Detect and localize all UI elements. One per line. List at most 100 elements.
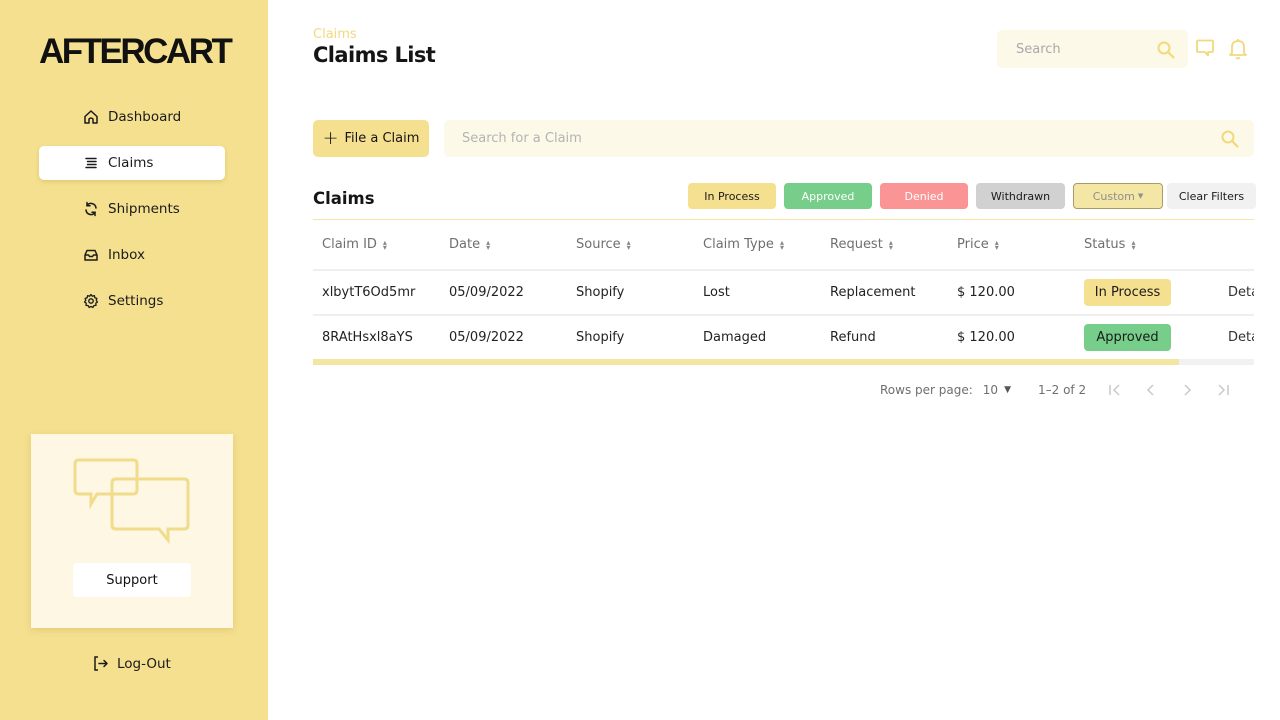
column-header-claim-id[interactable]: Claim ID ▴ ▾ xyxy=(313,220,440,271)
cell-claim-id: 8RAtHsxl8aYS xyxy=(313,315,440,361)
caret-down-icon[interactable]: ▼ xyxy=(1004,385,1011,395)
sidebar: AFTERCART Dashboard Claims Shipments Inb… xyxy=(0,0,268,720)
column-header-label: Request xyxy=(830,237,883,252)
scrollbar-thumb[interactable] xyxy=(313,359,1179,365)
cell-status: Approved xyxy=(1075,315,1219,361)
support-card: Support xyxy=(31,434,233,628)
logout-label: Log-Out xyxy=(117,655,171,672)
column-header-request[interactable]: Request ▴ ▾ xyxy=(821,220,948,271)
logout-button[interactable]: Log-Out xyxy=(92,655,171,672)
column-header-price[interactable]: Price ▴ ▾ xyxy=(948,220,1075,271)
status-filters: In Process Approved Denied Withdrawn Cus… xyxy=(688,183,1256,209)
sort-icon[interactable]: ▴ ▾ xyxy=(889,238,893,251)
sidebar-item-label: Settings xyxy=(108,293,164,309)
first-page-button[interactable] xyxy=(1108,382,1122,398)
sidebar-item-shipments[interactable]: Shipments xyxy=(39,192,225,226)
sort-icon[interactable]: ▴ ▾ xyxy=(486,238,490,251)
cell-source: Shopify xyxy=(567,270,694,316)
cell-request: Refund xyxy=(821,315,948,361)
bell-icon[interactable] xyxy=(1228,38,1248,64)
chevron-right-icon xyxy=(1184,384,1192,396)
column-header-label: Status xyxy=(1084,237,1126,252)
caret-down-icon: ▼ xyxy=(1137,192,1144,200)
chat-bubbles-icon xyxy=(73,458,193,548)
previous-page-button[interactable] xyxy=(1144,382,1158,398)
cell-status: In Process xyxy=(1075,270,1219,316)
sort-icon[interactable]: ▴ ▾ xyxy=(627,238,631,251)
clear-filters-button[interactable]: Clear Filters xyxy=(1167,183,1256,209)
logout-icon xyxy=(92,655,109,672)
search-icon[interactable] xyxy=(1156,40,1176,64)
refresh-icon xyxy=(83,201,99,217)
column-header-status[interactable]: Status ▴ ▾ xyxy=(1075,220,1219,271)
cell-date: 05/09/2022 xyxy=(440,270,567,316)
filter-custom-dropdown[interactable]: Custom ▼ xyxy=(1073,183,1163,209)
sidebar-item-label: Shipments xyxy=(108,201,180,217)
file-claim-button[interactable]: + File a Claim xyxy=(313,120,429,157)
column-header-label: Date xyxy=(449,237,481,252)
column-header-actions xyxy=(1219,220,1254,271)
sort-icon[interactable]: ▴ ▾ xyxy=(383,238,387,251)
file-claim-label: File a Claim xyxy=(344,131,420,146)
cell-date: 05/09/2022 xyxy=(440,315,567,361)
table-header-row: Claim ID ▴ ▾ Date ▴ ▾ Source ▴ ▾ Claim Type ▴ ▾ … xyxy=(313,220,1254,271)
cell-claim-id: xlbytT6Od5mr xyxy=(313,270,440,316)
sort-icon[interactable]: ▴ ▾ xyxy=(780,238,784,251)
main-content: Claims Claims List + File a Claim Claims xyxy=(268,0,1280,720)
messages-icon[interactable] xyxy=(1195,38,1215,62)
column-header-claim-type[interactable]: Claim Type ▴ ▾ xyxy=(694,220,821,271)
pagination: Rows per page: 10 ▼ 1–2 of 2 xyxy=(880,382,1230,398)
sidebar-item-settings[interactable]: Settings xyxy=(39,284,225,318)
last-page-icon xyxy=(1218,384,1229,396)
first-page-icon xyxy=(1109,384,1120,396)
cell-claim-type: Lost xyxy=(694,270,821,316)
sort-icon[interactable]: ▴ ▾ xyxy=(995,238,999,251)
cell-price: $ 120.00 xyxy=(948,315,1075,361)
claims-table-container: Claim ID ▴ ▾ Date ▴ ▾ Source ▴ ▾ Claim Type ▴ ▾ … xyxy=(313,219,1254,361)
cell-actions: Details xyxy=(1219,270,1254,316)
table-row[interactable]: xlbytT6Od5mr 05/09/2022 Shopify Lost Rep… xyxy=(313,270,1254,316)
page-title: Claims List xyxy=(313,43,436,67)
search-icon[interactable] xyxy=(1220,129,1240,153)
table-row[interactable]: 8RAtHsxl8aYS 05/09/2022 Shopify Damaged … xyxy=(313,315,1254,361)
filter-approved[interactable]: Approved xyxy=(784,183,872,209)
cell-actions: Details xyxy=(1219,315,1254,361)
chevron-left-icon xyxy=(1147,384,1154,396)
sort-icon[interactable]: ▴ ▾ xyxy=(1131,238,1135,251)
support-button[interactable]: Support xyxy=(73,563,191,597)
sidebar-item-inbox[interactable]: Inbox xyxy=(39,238,225,272)
status-badge: In Process xyxy=(1084,279,1171,306)
table-horizontal-scrollbar[interactable] xyxy=(313,359,1254,365)
details-link[interactable]: Details xyxy=(1228,330,1254,345)
next-page-button[interactable] xyxy=(1180,382,1194,398)
sidebar-item-dashboard[interactable]: Dashboard xyxy=(39,100,225,134)
column-header-label: Price xyxy=(957,237,989,252)
breadcrumb[interactable]: Claims xyxy=(313,27,357,42)
filter-in-process[interactable]: In Process xyxy=(688,183,776,209)
last-page-button[interactable] xyxy=(1216,382,1230,398)
claim-search-input[interactable] xyxy=(462,131,1162,146)
claim-search xyxy=(444,120,1254,157)
sidebar-item-claims[interactable]: Claims xyxy=(39,146,225,180)
filter-custom-label: Custom xyxy=(1092,189,1135,203)
sidebar-item-label: Dashboard xyxy=(108,109,182,125)
header-search-input[interactable] xyxy=(1016,41,1146,57)
sidebar-item-label: Inbox xyxy=(108,247,145,263)
list-icon xyxy=(83,155,99,171)
logo: AFTERCART xyxy=(39,32,233,71)
filter-withdrawn[interactable]: Withdrawn xyxy=(976,183,1065,209)
rows-per-page-select[interactable]: 10 xyxy=(983,383,998,397)
claims-table: Claim ID ▴ ▾ Date ▴ ▾ Source ▴ ▾ Claim Type ▴ ▾ … xyxy=(313,220,1254,361)
plus-icon: + xyxy=(322,127,339,149)
column-header-date[interactable]: Date ▴ ▾ xyxy=(440,220,567,271)
cell-claim-type: Damaged xyxy=(694,315,821,361)
app: AFTERCART Dashboard Claims Shipments Inb… xyxy=(0,0,1280,720)
home-icon xyxy=(83,109,99,125)
cell-request: Replacement xyxy=(821,270,948,316)
cell-price: $ 120.00 xyxy=(948,270,1075,316)
sidebar-nav: Dashboard Claims Shipments Inbox Setting… xyxy=(39,100,225,330)
column-header-label: Source xyxy=(576,237,621,252)
filter-denied[interactable]: Denied xyxy=(880,183,968,209)
column-header-source[interactable]: Source ▴ ▾ xyxy=(567,220,694,271)
details-link[interactable]: Details xyxy=(1228,285,1254,300)
